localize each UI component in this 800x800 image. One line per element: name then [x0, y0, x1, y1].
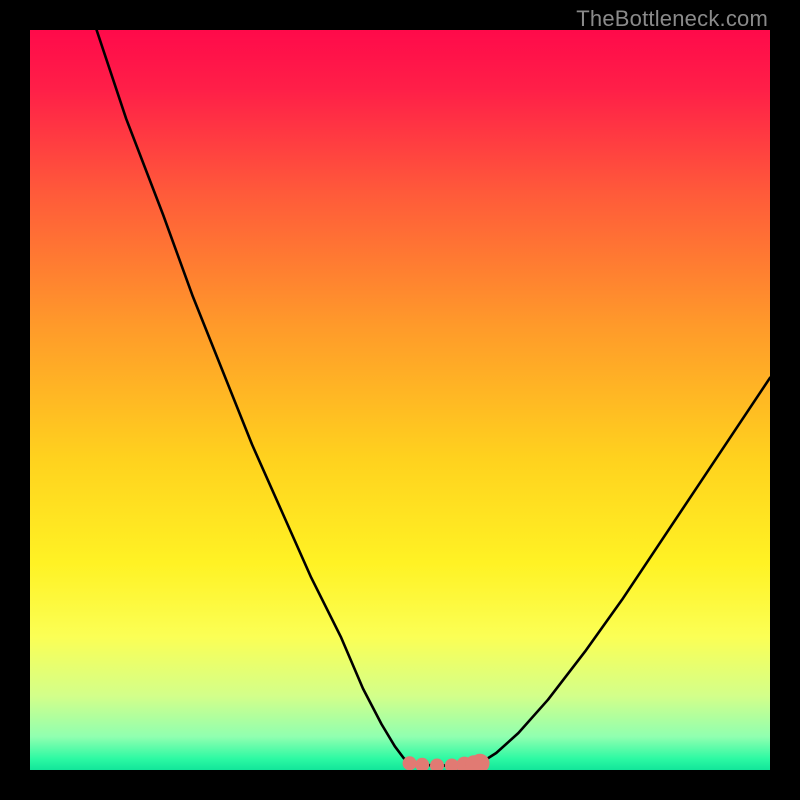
bottom-marker-6	[471, 754, 490, 770]
chart-frame: TheBottleneck.com	[0, 0, 800, 800]
curve-layer	[30, 30, 770, 770]
curve-right-branch	[480, 378, 770, 764]
bottom-marker-0	[403, 757, 416, 770]
plot-area	[30, 30, 770, 770]
bottom-marker-1	[416, 758, 429, 770]
curve-left-branch	[97, 30, 410, 763]
watermark-text: TheBottleneck.com	[576, 6, 768, 32]
bottom-marker-2	[430, 759, 443, 770]
